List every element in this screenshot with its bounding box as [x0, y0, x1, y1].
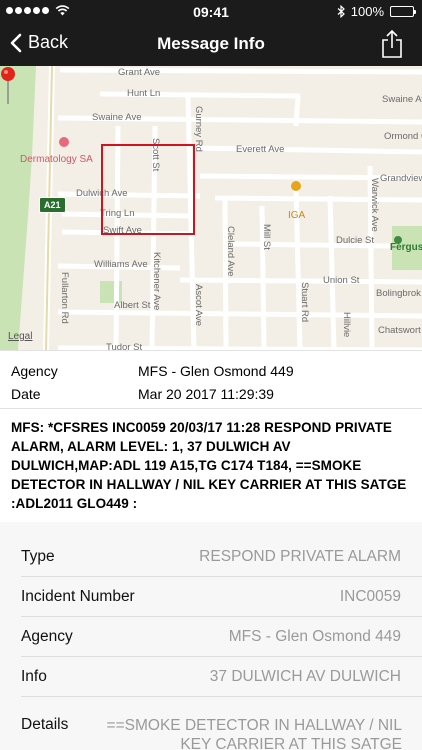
- detail-label: Agency: [21, 628, 73, 645]
- detail-label: Incident Number: [21, 588, 135, 605]
- detail-value: INC0059: [339, 588, 401, 605]
- detail-value: RESPOND PRIVATE ALARM: [199, 548, 401, 565]
- detail-row-incident-number[interactable]: Incident Number INC0059: [0, 577, 422, 617]
- detail-label: Details: [21, 716, 69, 733]
- chevron-left-icon: [10, 33, 22, 52]
- legal-link[interactable]: Legal: [8, 331, 32, 342]
- divider: [0, 408, 422, 409]
- incident-map[interactable]: Grant Ave Hunt Ln Swaine Ave Swaine Ave …: [0, 66, 422, 350]
- incident-area-box: [101, 144, 195, 235]
- map-label: Swaine Ave: [92, 112, 142, 123]
- share-icon[interactable]: [380, 29, 404, 59]
- navigation-bar: Back Message Info: [0, 24, 422, 66]
- map-pin-icon[interactable]: [0, 66, 16, 106]
- status-bar: 09:41 100%: [0, 0, 422, 24]
- map-label: Warwick Ave: [369, 178, 380, 232]
- status-right: 100%: [337, 4, 416, 19]
- map-label: Kitchener Ave: [151, 252, 162, 311]
- detail-value: ==SMOKE DETECTOR IN HALLWAY / NIL KEY CA…: [106, 717, 402, 750]
- map-label: Bolingbrok: [376, 288, 421, 299]
- detail-value: 37 DULWICH AV DULWICH: [209, 668, 401, 685]
- poi-iga[interactable]: IGA: [288, 210, 305, 221]
- bluetooth-icon: [337, 5, 345, 18]
- date-label: Date: [11, 386, 41, 402]
- map-label: Tudor St: [106, 342, 143, 350]
- map-label: Dulcie St: [336, 235, 375, 246]
- map-label: Grandview: [380, 173, 422, 184]
- map-label: Mill St: [261, 224, 272, 250]
- map-label: Stuart Rd: [299, 282, 310, 323]
- message-body: MFS: *CFSRES INC0059 20/03/17 11:28 RESP…: [11, 420, 407, 511]
- map-label: Fullarton Rd: [59, 272, 70, 324]
- map-label: Hillvie: [341, 312, 352, 338]
- agency-label: Agency: [11, 363, 58, 379]
- detail-row-agency[interactable]: Agency MFS - Glen Osmond 449: [0, 617, 422, 657]
- detail-row-info[interactable]: Info 37 DULWICH AV DULWICH: [0, 657, 422, 697]
- map-label: Chatswort: [378, 325, 421, 336]
- map-label: Union St: [323, 275, 360, 286]
- detail-value: MFS - Glen Osmond 449: [228, 628, 401, 645]
- map-label: Grant Ave: [118, 67, 161, 78]
- divider: [0, 350, 422, 351]
- map-label: Williams Ave: [94, 259, 148, 270]
- map-label: Hunt Ln: [127, 88, 161, 99]
- map-label: Ormond Gr: [384, 131, 422, 142]
- map-label: Everett Ave: [236, 144, 285, 155]
- map-label: Albert St: [114, 300, 151, 311]
- detail-row-type[interactable]: Type RESPOND PRIVATE ALARM: [0, 537, 422, 577]
- detail-label: Info: [21, 668, 47, 685]
- back-button[interactable]: Back: [10, 32, 68, 53]
- poi-dermatology[interactable]: Dermatology SA: [20, 154, 93, 165]
- battery-icon: [390, 6, 416, 17]
- agency-value: MFS - Glen Osmond 449: [138, 363, 294, 379]
- road-badge: A21: [39, 197, 66, 213]
- map-label: Cleland Ave: [225, 226, 236, 277]
- detail-row-details[interactable]: Details ==SMOKE DETECTOR IN HALLWAY / NI…: [0, 700, 422, 750]
- map-label: Swaine Ave: [382, 94, 422, 105]
- date-value: Mar 20 2017 11:29:39: [138, 386, 274, 402]
- battery-percentage: 100%: [350, 4, 384, 19]
- detail-label: Type: [21, 548, 55, 565]
- map-label: Ascot Ave: [193, 284, 204, 327]
- poi-ferguson[interactable]: Ferguss: [390, 242, 422, 253]
- back-label: Back: [28, 32, 69, 52]
